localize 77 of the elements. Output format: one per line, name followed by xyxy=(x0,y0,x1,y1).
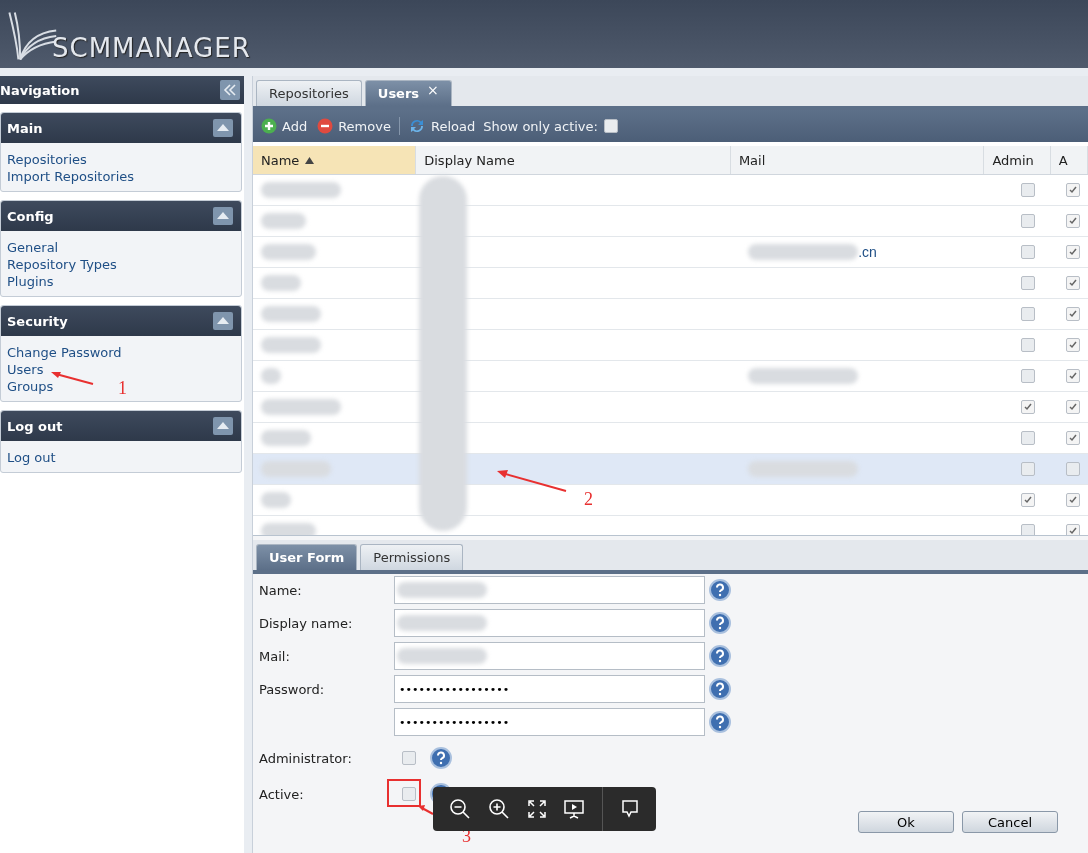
panel-title: Log out xyxy=(7,418,63,434)
help-icon[interactable] xyxy=(709,579,731,601)
tab[interactable]: Permissions xyxy=(360,544,464,570)
help-icon[interactable] xyxy=(709,711,731,733)
annotation-arrow xyxy=(496,469,568,493)
help-icon[interactable] xyxy=(709,612,731,634)
nav-link[interactable]: Repository Types xyxy=(7,256,117,273)
collapse-left-icon[interactable] xyxy=(220,80,240,100)
column-header[interactable]: Display Name xyxy=(416,146,731,174)
logo-text: SCMMANAGER xyxy=(52,33,251,63)
blurred-text xyxy=(261,430,311,446)
nav-link[interactable]: Repositories xyxy=(7,151,87,168)
column-header[interactable]: Name xyxy=(253,146,417,174)
panel-title: Config xyxy=(7,208,54,224)
column-header[interactable]: Mail xyxy=(730,146,985,174)
collapse-icon[interactable] xyxy=(213,417,233,435)
input-field[interactable] xyxy=(394,642,705,670)
tab[interactable]: User Form xyxy=(256,544,358,570)
checkbox[interactable] xyxy=(402,787,416,801)
input-field[interactable] xyxy=(394,609,705,637)
password-field[interactable]: ••••••••••••••••• xyxy=(394,675,705,703)
help-icon[interactable] xyxy=(709,645,731,667)
sort-ascending-icon xyxy=(305,156,315,164)
tab[interactable]: Repositories xyxy=(256,80,362,106)
close-icon[interactable]: × xyxy=(427,81,439,98)
blurred-text xyxy=(261,368,281,384)
form-button[interactable]: Ok xyxy=(858,811,954,833)
column-header[interactable]: A xyxy=(1050,146,1088,174)
blurred-text xyxy=(261,213,306,229)
zoom-in-icon[interactable] xyxy=(488,798,510,820)
blurred-text xyxy=(261,244,316,260)
reload-button[interactable]: Reload xyxy=(405,115,478,137)
add-button[interactable]: Add xyxy=(259,116,310,136)
collapse-icon[interactable] xyxy=(213,119,233,137)
zoom-out-icon[interactable] xyxy=(449,798,472,820)
field-label: Password: xyxy=(259,681,325,697)
blurred-text xyxy=(261,523,316,535)
navigation-title: Navigation xyxy=(0,82,80,98)
collapse-icon[interactable] xyxy=(213,312,233,330)
panel-title: Main xyxy=(7,120,43,136)
comment-icon[interactable] xyxy=(619,798,640,820)
fullscreen-icon[interactable] xyxy=(526,799,547,819)
checkbox[interactable] xyxy=(603,119,618,133)
blurred-text xyxy=(261,275,301,291)
filter-label: Show only active: xyxy=(483,118,598,134)
nav-link[interactable]: Users xyxy=(7,361,44,378)
panel-title: Security xyxy=(7,313,68,329)
nav-link[interactable]: Log out xyxy=(7,449,56,466)
nav-link[interactable]: General xyxy=(7,239,59,256)
blurred-text xyxy=(261,492,291,508)
nav-link[interactable]: Change Password xyxy=(7,344,122,361)
slideshow-icon[interactable] xyxy=(563,798,586,820)
blurred-text xyxy=(261,337,321,353)
annotation-number: 2 xyxy=(584,489,593,510)
field-label: Mail: xyxy=(259,648,290,664)
minus-icon xyxy=(317,118,334,134)
collapse-icon[interactable] xyxy=(213,207,233,225)
field-label: Name: xyxy=(259,582,302,598)
password-field[interactable]: ••••••••••••••••• xyxy=(394,708,705,736)
nav-link[interactable]: Plugins xyxy=(7,273,54,290)
field-label: Display name: xyxy=(259,615,353,631)
plus-icon xyxy=(261,118,277,134)
table-cell: .cn xyxy=(858,244,877,260)
field-label: Administrator: xyxy=(259,750,352,766)
form-button[interactable]: Cancel xyxy=(962,811,1058,833)
nav-link[interactable]: Groups xyxy=(7,378,54,395)
checkbox[interactable] xyxy=(402,751,416,765)
help-icon[interactable] xyxy=(709,678,731,700)
column-header[interactable]: Admin xyxy=(984,146,1051,174)
tab[interactable]: Users × xyxy=(364,80,452,106)
input-field[interactable] xyxy=(394,576,705,604)
nav-link[interactable]: Import Repositories xyxy=(7,168,135,185)
help-icon[interactable] xyxy=(430,747,452,769)
field-label: Active: xyxy=(259,786,304,802)
remove-button[interactable]: Remove xyxy=(315,116,393,136)
annotation-number: 1 xyxy=(118,378,127,399)
blurred-text xyxy=(261,306,321,322)
